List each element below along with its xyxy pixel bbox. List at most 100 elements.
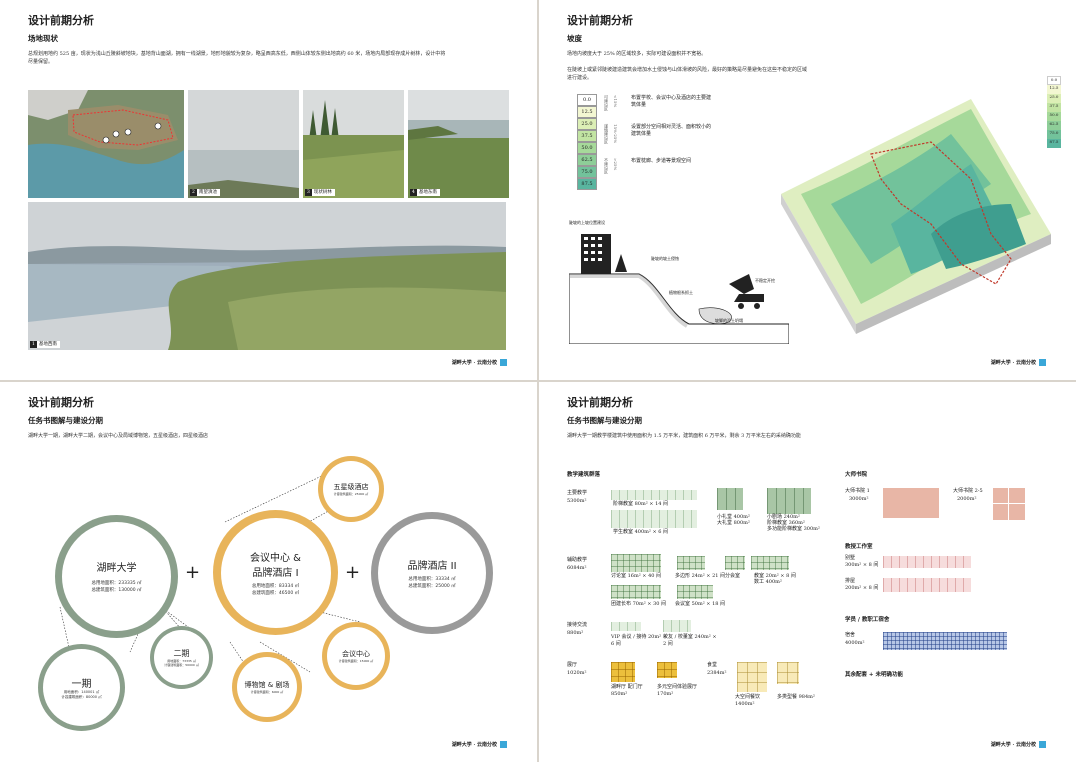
block	[717, 488, 743, 510]
block-label: 阶梯教室 80m² × 14 间	[613, 501, 669, 507]
row-house-detail: 200m² × 8 间	[845, 585, 879, 591]
block	[611, 554, 661, 572]
block-label: 团建长布 70m² × 30 间	[611, 601, 667, 607]
legend-cell: 75.0	[577, 166, 597, 178]
block	[611, 622, 641, 631]
slope-3d-map: 0.0 12.5 25.0 37.5 50.0 62.5 75.0 87.5	[771, 76, 1061, 354]
footer-square-icon	[500, 359, 507, 366]
block-label: 分会室	[725, 573, 741, 579]
group-name: 主要教学	[567, 490, 588, 496]
block	[725, 556, 745, 570]
slope-map-graphic	[781, 99, 1051, 334]
page-title: 设计前期分析	[28, 14, 94, 27]
circle-name: 品牌酒店 II	[407, 560, 457, 572]
master-1-area: 3000m²	[849, 496, 869, 502]
circle-info: 计容建筑面积：15000 ㎡	[338, 658, 374, 663]
photo-1-graphic	[28, 202, 506, 350]
block-label: 多边形 24m² × 21 间	[675, 573, 726, 579]
dorm-name: 宿舍	[845, 632, 856, 638]
zone-text: 布置学校、会议中心及酒店的主要建筑体量	[631, 95, 712, 108]
zone-text: 设置部分空间相对灵活、面积较小的建筑体量	[631, 124, 712, 137]
footer-text: 湖畔大学 · 云南分校	[451, 360, 497, 366]
caption-number: 4	[410, 189, 417, 196]
block	[677, 556, 705, 570]
circle-info: 总用地面积：233335 ㎡	[91, 581, 142, 586]
group-name: 展厅	[567, 662, 578, 668]
block	[777, 662, 799, 684]
block	[611, 490, 697, 500]
aerial-map-graphic	[28, 90, 184, 198]
group-area: 6084m²	[567, 565, 587, 571]
zone-2: 谨慎建设区 15%-25% 设置部分空间相对灵活、面积较小的建筑体量	[603, 124, 723, 144]
map-legend-cell: 12.5	[1047, 85, 1061, 94]
section-label: 植物根系抓土	[669, 290, 693, 295]
block	[751, 556, 789, 570]
section-title-teaching: 教学建筑群落	[567, 472, 601, 478]
caption-number: 3	[305, 189, 312, 196]
page-site-status: 设计前期分析 场地现状 总规划用地约 525 亩，现状为浅山丘陵斜坡地块，基地背…	[0, 0, 537, 380]
circle-name: 博物馆 & 剧场	[244, 680, 290, 689]
section-title-master: 大师书院	[845, 472, 868, 478]
block-row-house	[883, 578, 971, 592]
circle-museum-theater: 博物馆 & 剧场 计容建筑面积：6000 ㎡	[232, 652, 302, 722]
page-title: 设计前期分析	[567, 396, 633, 409]
footer-text: 湖畔大学 · 云南分校	[990, 742, 1036, 748]
master-25-area: 2000m²	[957, 496, 977, 502]
section-label: 陡坡的坡土侵蚀	[651, 256, 679, 261]
section-title-other: 其余配套 + 未明确功能	[845, 672, 903, 678]
caption-label: 南望滇池	[198, 190, 217, 195]
circle-name: 五星级酒店	[333, 482, 369, 491]
circle-phase-2: 二期 用地面积：73335 ㎡ 计容建筑面积：50000 ㎡	[150, 626, 213, 689]
row-house-name: 排屋	[845, 578, 856, 584]
studio-detail: 300m² × 8 间	[845, 562, 879, 568]
circle-info: 计容建筑面积：80000 ㎡	[61, 695, 102, 699]
page-description: 场地内坡度大于 25% 的区域较多，实际可建设面积并不宽裕。	[567, 51, 707, 57]
photo-4: 4 基地东南	[408, 90, 509, 198]
block	[737, 662, 767, 692]
circle-phase-1: 一期 用地面积：140001 ㎡ 计容建筑面积：80000 ㎡	[38, 644, 125, 731]
block-label: 大礼堂 800m²	[717, 520, 750, 526]
page-description: 总规划用地约 525 亩，现状为浅山丘陵斜坡地块，基地背山面湖，拥有一线湖景，地…	[28, 51, 446, 65]
legend-cell: 87.5	[577, 178, 597, 190]
circle-name: 会议中心 &	[250, 552, 301, 564]
page-program-breakdown: 设计前期分析 任务书图解与建设分期 湖畔大学一期教学楼建筑中使用面积为 1.5 …	[539, 382, 1076, 762]
map-legend-cell: 62.5	[1047, 121, 1061, 130]
circle-name: 一期	[71, 679, 92, 690]
photo-3: 3 现状树林	[303, 90, 404, 198]
circle-brand-hotel-2: 品牌酒店 II 总用地面积：33334 ㎡ 总建筑面积：25000 ㎡	[371, 512, 493, 634]
zone-range: >25%	[613, 158, 618, 171]
photo-4-graphic	[408, 90, 509, 198]
block	[657, 662, 677, 678]
block-label: 多类型餐 984m²	[777, 694, 815, 700]
circle-conference-center: 会议中心 计容建筑面积：15000 ㎡	[322, 622, 390, 690]
block-master-25	[993, 488, 1025, 520]
block-dorm	[883, 632, 1007, 650]
block-label: 学生教室 400m² × 6 间	[613, 529, 669, 535]
plus-sign: +	[185, 562, 201, 583]
page-program-diagram: 设计前期分析 任务书图解与建设分期 湖畔大学一期，湖畔大学二期，会议中心及局域博…	[0, 382, 537, 762]
dorm-area: 4000m²	[845, 640, 865, 646]
circle-name: 湖畔大学	[96, 563, 137, 574]
caption-label: 基地东南	[418, 190, 437, 195]
legend-cell: 62.5	[577, 154, 597, 166]
section-label: 陡坡的上坡位置建设	[569, 220, 605, 225]
map-legend-cell: 75.0	[1047, 130, 1061, 139]
footer-text: 湖畔大学 · 云南分校	[990, 360, 1036, 366]
photo-3-graphic	[303, 90, 404, 198]
section-label: 坡脚的泥土坍塌	[715, 318, 743, 323]
plus-sign: +	[345, 562, 361, 583]
master-25-name: 大师书院 2-5	[953, 488, 983, 494]
map-legend-cell: 0.0	[1047, 76, 1061, 85]
zone-name: 谨慎建设区	[604, 124, 609, 144]
legend-cell: 50.0	[577, 142, 597, 154]
circle-info: 总建筑面积：130000 ㎡	[91, 588, 142, 593]
zone-1: 可建设区 <15% 布置学校、会议中心及酒店的主要建筑体量	[603, 95, 723, 111]
photo-1: 1 基地西南	[28, 202, 506, 350]
block-label: VIP 会议 / 接待 20m² × 6 间	[611, 634, 667, 647]
circle-name: 二期	[173, 648, 190, 658]
circle-info: 总用地面积：33334 ㎡	[408, 576, 456, 582]
block-studio	[883, 556, 971, 568]
section-title-dorm: 学员 / 教职工宿舍	[845, 617, 890, 623]
group-name: 食堂	[707, 662, 718, 668]
circle-info: 计容建筑面积：50000 ㎡	[164, 663, 199, 667]
